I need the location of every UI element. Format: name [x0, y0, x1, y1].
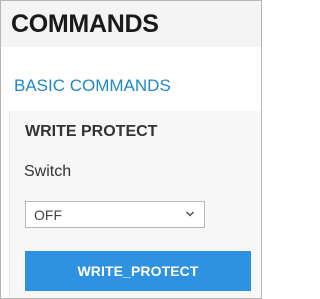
- panel-title: WRITE PROTECT: [25, 123, 158, 140]
- basic-commands-section[interactable]: BASIC COMMANDS: [1, 69, 261, 105]
- commands-window: COMMANDS BASIC COMMANDS WRITE PROTECT Sw…: [0, 0, 262, 299]
- write-protect-panel: WRITE PROTECT Switch OFF WRITE_PROTECT: [9, 111, 261, 298]
- write-protect-button[interactable]: WRITE_PROTECT: [25, 251, 251, 291]
- switch-select[interactable]: OFF: [25, 201, 205, 228]
- switch-label: Switch: [24, 163, 72, 180]
- page-title: COMMANDS: [11, 10, 159, 38]
- commands-header: COMMANDS: [1, 1, 261, 47]
- section-title[interactable]: BASIC COMMANDS: [14, 75, 171, 97]
- chevron-down-icon: [185, 211, 195, 217]
- switch-select-value: OFF: [34, 207, 62, 223]
